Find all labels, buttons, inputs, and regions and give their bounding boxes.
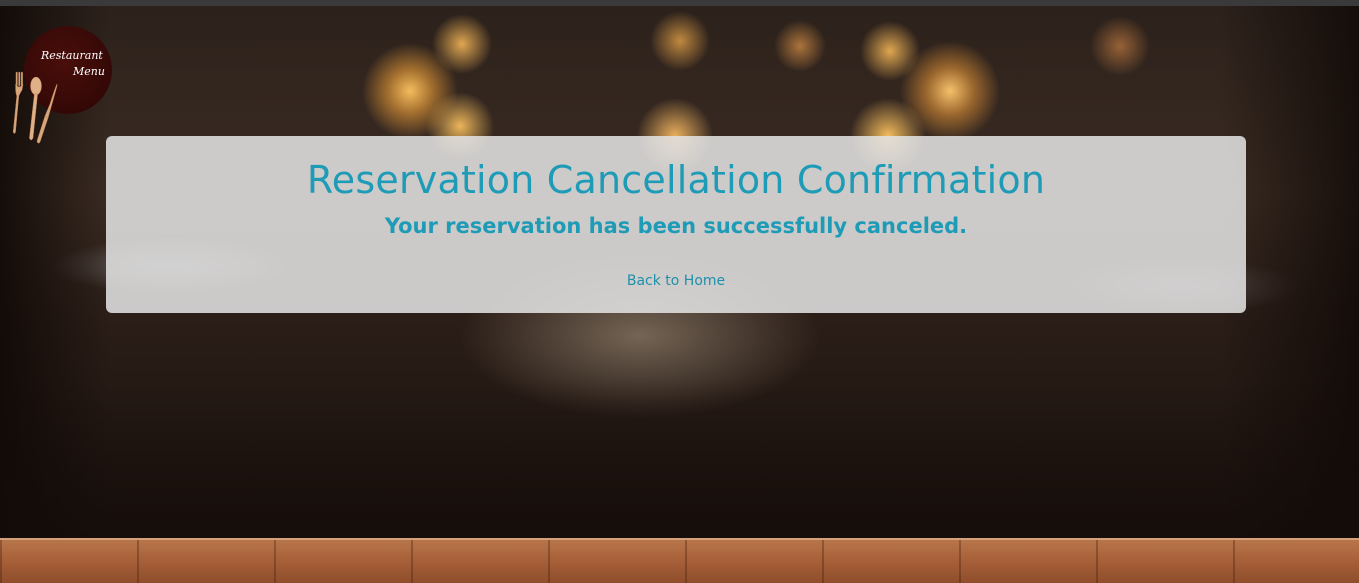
page-title: Reservation Cancellation Confirmation	[306, 158, 1046, 202]
cutlery-icon	[12, 71, 58, 144]
restaurant-logo[interactable]: Restaurant Menu	[12, 24, 116, 148]
back-to-home-link-row: Back to Home	[106, 273, 1246, 289]
wooden-table	[0, 540, 1359, 583]
background-shade-bottom	[0, 380, 1359, 540]
cancellation-confirmation-card: Reservation Cancellation Confirmation Yo…	[106, 136, 1246, 313]
back-to-home-link[interactable]: Back to Home	[627, 273, 725, 289]
page: Restaurant Menu Reservation Cancellation	[0, 0, 1359, 583]
top-strip	[0, 0, 1359, 6]
success-message: Your reservation has been successfully c…	[384, 214, 968, 238]
